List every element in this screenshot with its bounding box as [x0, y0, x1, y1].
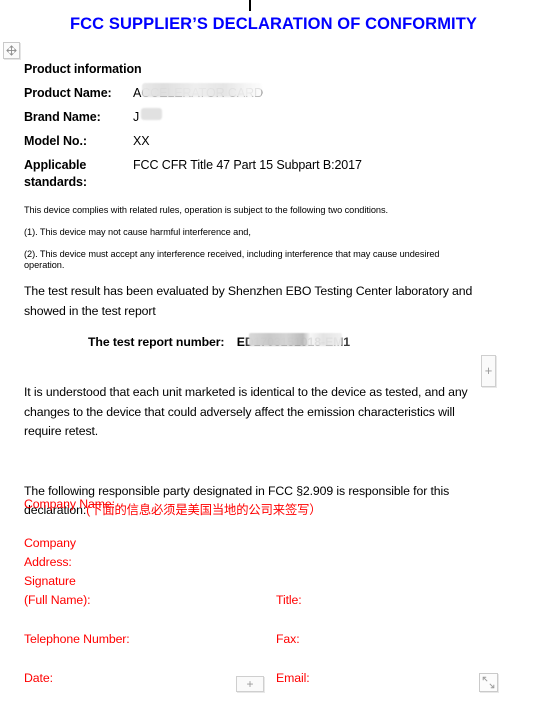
resize-handle[interactable]: [479, 673, 498, 692]
telephone-label: Telephone Number:: [24, 632, 130, 647]
signature-label: Signature: [24, 574, 76, 589]
field-company[interactable]: Company: [24, 534, 479, 553]
field-company-name[interactable]: Company Name:: [24, 495, 479, 514]
model-no-value: XX: [133, 134, 150, 148]
table-row: Product Name: ACCELERATOR CARD: [24, 83, 479, 102]
title-label[interactable]: Title:: [276, 591, 302, 610]
condition-1-text: (1). This device may not cause harmful i…: [24, 227, 251, 237]
field-address[interactable]: Address:: [24, 553, 479, 572]
four-way-arrow-icon: [6, 45, 17, 56]
test-report-number-line: The test report number: ED1703151018-EM1: [88, 333, 479, 349]
text-caret: [249, 0, 251, 11]
conditions-intro-text: This device complies with related rules,…: [24, 205, 389, 215]
table-row: Model No.: XX: [24, 133, 479, 150]
product-name-label: Product Name:: [24, 86, 112, 100]
test-report-number-label: The test report number:: [88, 335, 225, 349]
diagonal-resize-icon: [482, 676, 495, 689]
add-column-button[interactable]: +: [481, 355, 496, 387]
redaction-overlay: [141, 108, 162, 120]
applicable-standards-label-line1: Applicable: [24, 158, 87, 172]
add-row-button[interactable]: +: [236, 676, 264, 692]
applicable-standards-label: Applicable standards:: [24, 157, 133, 191]
applicable-standards-value: FCC CFR Title 47 Part 15 Subpart B:2017: [133, 158, 362, 172]
address-label: Address:: [24, 554, 72, 569]
applicable-standards-label-line2: standards:: [24, 175, 87, 189]
brand-name-label: Brand Name:: [24, 110, 101, 124]
company-name-label: Company Name:: [24, 497, 115, 511]
product-name-text: A: [133, 86, 142, 100]
understood-paragraph: It is understood that each unit marketed…: [24, 385, 468, 438]
product-name-value: ACCELERATOR CARD: [133, 83, 479, 102]
condition-2-text: (2). This device must accept any interfe…: [24, 249, 440, 270]
evaluation-paragraph: The test result has been evaluated by Sh…: [24, 284, 473, 318]
move-handle[interactable]: [3, 42, 20, 59]
field-signature[interactable]: Signature: [24, 572, 479, 591]
date-label: Date:: [24, 670, 53, 685]
email-label[interactable]: Email:: [276, 669, 310, 688]
brand-name-text: J: [133, 110, 140, 124]
test-report-number-text: E: [236, 335, 245, 349]
document-body: Product information Product Name: ACCELE…: [24, 62, 479, 521]
signature-form: Company Name: Company Address: Signature…: [24, 495, 479, 688]
fax-label[interactable]: Fax:: [276, 630, 300, 649]
model-no-label: Model No.:: [24, 134, 87, 148]
table-row: Brand Name: J: [24, 108, 479, 126]
company-label: Company: [24, 535, 76, 550]
product-information-heading: Product information: [24, 62, 142, 76]
full-name-label: (Full Name):: [24, 593, 91, 608]
page-title: FCC SUPPLIER’S DECLARATION OF CONFORMITY: [69, 15, 478, 33]
field-telephone[interactable]: Telephone Number: Fax:: [24, 630, 479, 649]
field-full-name[interactable]: (Full Name): Title:: [24, 591, 479, 610]
brand-name-value: J: [133, 108, 479, 126]
table-row: Applicable standards: FCC CFR Title 47 P…: [24, 157, 479, 191]
test-report-number-value: ED1703151018-EM1: [236, 333, 350, 349]
